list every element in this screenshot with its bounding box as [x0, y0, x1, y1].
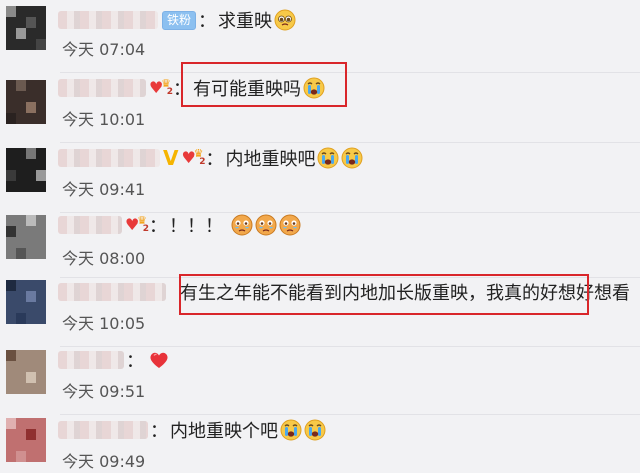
username-blurred[interactable] [58, 149, 160, 167]
crying-emoji-icon [280, 419, 302, 441]
comment-row: ： 今天 09:51 [0, 342, 640, 415]
fan-heart-badge-icon: ♥ ♛ 2 [149, 77, 173, 97]
user-avatar[interactable] [6, 418, 46, 462]
comment-line: 铁粉 ： 求重映 [58, 6, 296, 34]
pleading-emoji-icon [274, 9, 296, 31]
colon: ： [150, 421, 168, 442]
crying-emoji-icon [317, 147, 339, 169]
comment-row: 铁粉 ： 求重映 今天 07:04 [0, 0, 640, 73]
comment-line: ♥ ♛ 2 ： 有可能重映吗 [58, 74, 325, 102]
user-avatar[interactable] [6, 350, 46, 394]
crying-emoji-icon [341, 147, 363, 169]
comment-text: 内地重映个吧 [170, 421, 278, 442]
tearing-up-emoji-icon [279, 214, 301, 236]
comment-text: 有可能重映吗 [193, 79, 301, 100]
fan-badge: 铁粉 [162, 10, 197, 30]
comment-time: 今天 08:00 [62, 249, 146, 268]
comment-row: ♥ ♛ 2 ： ！！！ 今天 08:00 [0, 205, 640, 278]
user-avatar[interactable] [6, 6, 46, 50]
username-blurred[interactable] [58, 283, 166, 301]
colon: ： [173, 79, 191, 100]
username-blurred[interactable] [58, 79, 146, 97]
username-blurred[interactable] [58, 421, 148, 439]
username-blurred[interactable] [58, 11, 158, 29]
comment-time: 今天 10:05 [62, 314, 146, 333]
comment-text: 内地重映吧 [225, 149, 316, 170]
username-blurred[interactable] [58, 351, 124, 369]
crying-emoji-icon [304, 419, 326, 441]
comment-line: ： 内地重映个吧 [58, 416, 326, 444]
comment-text: 求重映 [218, 11, 273, 32]
comment-text: 有生之年能不能看到内地加长版重映，我真的好想好想看 [180, 283, 630, 304]
user-avatar[interactable] [6, 280, 46, 324]
red-heart-icon [148, 349, 170, 371]
username-blurred[interactable] [58, 216, 122, 234]
fan-heart-badge-icon: ♥ ♛ 2 [181, 147, 206, 167]
comment-time: 今天 09:51 [62, 382, 146, 401]
comment-text: ！！！ [169, 216, 223, 237]
comment-list: 铁粉 ： 求重映 今天 07:04 ♥ ♛ 2 ： 有可能重映吗 今天 10:01 [0, 0, 640, 473]
tearing-up-emoji-icon [255, 214, 277, 236]
comment-row: ： 内地重映个吧 今天 09:49 [0, 410, 640, 473]
comment-line: ♥ ♛ 2 ： ！！！ [58, 211, 301, 239]
tearing-up-emoji-icon [231, 214, 253, 236]
comment-line: V ♥ ♛ 2 ： 内地重映吧 [58, 144, 363, 172]
fan-heart-badge-icon: ♥ ♛ 2 [125, 214, 149, 234]
comment-time: 今天 09:49 [62, 452, 146, 471]
user-avatar[interactable] [6, 80, 46, 124]
colon: ： [126, 351, 144, 372]
comment-time: 今天 07:04 [62, 40, 146, 59]
colon: ： [198, 11, 217, 32]
colon: ： [149, 216, 167, 237]
comment-time: 今天 09:41 [62, 180, 146, 199]
comment-line: ： [58, 346, 170, 374]
comment-row: 有生之年能不能看到内地加长版重映，我真的好想好想看 今天 10:05 [0, 274, 640, 347]
crying-emoji-icon [303, 77, 325, 99]
v-badge-icon: V [163, 146, 179, 170]
comment-line: 有生之年能不能看到内地加长版重映，我真的好想好想看 [58, 278, 630, 306]
comment-time: 今天 10:01 [62, 110, 146, 129]
colon: ： [205, 149, 224, 170]
comment-row: ♥ ♛ 2 ： 有可能重映吗 今天 10:01 [0, 70, 640, 143]
user-avatar[interactable] [6, 215, 46, 259]
user-avatar[interactable] [6, 148, 46, 192]
comment-row: V ♥ ♛ 2 ： 内地重映吧 今天 09:41 [0, 140, 640, 213]
